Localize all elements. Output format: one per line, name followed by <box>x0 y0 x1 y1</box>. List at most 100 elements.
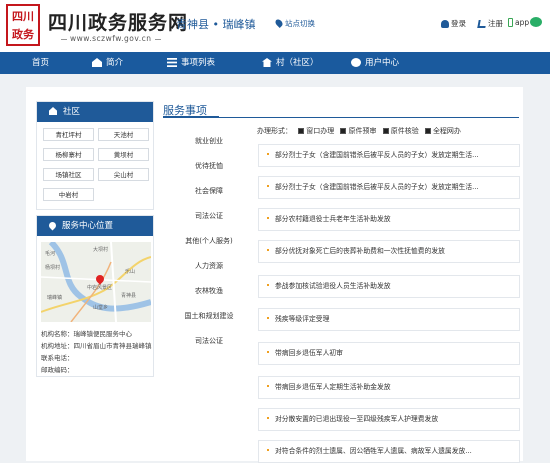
service-center-panel: 服务中心位置 毛河 大坝村 杨坝村 乐山 中岩风景区 瑞峰镇 青神县 山堂乡 机… <box>36 215 154 377</box>
location-pin-icon <box>274 18 284 28</box>
register-label: 注册 <box>488 19 503 28</box>
nav-item-list[interactable]: 事项列表 <box>167 52 215 74</box>
category-item[interactable]: 社会保障 <box>172 186 246 196</box>
nav-home[interactable]: 首页 <box>32 52 49 74</box>
nav-intro-label: 简介 <box>106 58 124 68</box>
filter-checkbox[interactable] <box>340 128 347 134</box>
building-icon <box>49 107 57 115</box>
service-item[interactable]: 对分散安置的已退出现役一至四级残疾军人护理费发放 <box>258 408 520 431</box>
service-item-text: 部分烈士子女（含建国前错杀后被平反人员的子女）发放定期生活... <box>275 151 479 159</box>
service-item[interactable]: 部分农村籍退役士兵老年生活补助发放 <box>258 208 520 231</box>
login-label: 登录 <box>451 19 466 28</box>
service-item[interactable]: 部分烈士子女（含建国前错杀后被平反人员的子女）发放定期生活... <box>258 144 520 167</box>
org-address-label: 机构地址： <box>41 342 74 350</box>
service-item-text: 带病回乡退伍军人定期生活补助金发放 <box>275 383 391 391</box>
village-button[interactable]: 场镇社区 <box>43 168 94 181</box>
service-item-text: 部分烈士子女（含建国前错杀后被平反人员的子女）发放定期生活... <box>275 183 479 191</box>
filter-option[interactable]: 全程网办 <box>433 127 461 135</box>
bullet-icon <box>267 284 269 286</box>
category-item[interactable]: 农林牧渔 <box>172 286 246 296</box>
service-item-text: 对符合条件的烈士遗属、因公牺牲军人遗属、病故军人遗属发放... <box>275 447 472 455</box>
category-item[interactable]: 就业创业 <box>172 136 246 146</box>
site-url-text: www.sczwfw.gov.cn <box>70 34 152 43</box>
community-header: 社区 <box>37 102 153 122</box>
user-circle-icon <box>351 58 361 67</box>
app-link[interactable]: app <box>508 18 529 27</box>
region-name: 青神县 • 瑞峰镇 <box>176 18 256 31</box>
village-button[interactable]: 黄坝村 <box>98 148 149 161</box>
village-button[interactable]: 尖山村 <box>98 168 149 181</box>
nav-village[interactable]: 村（社区） <box>262 52 319 74</box>
service-center-title: 服务中心位置 <box>62 221 114 231</box>
service-item-text: 参战参加核试验退役人员生活补助发放 <box>275 282 391 290</box>
service-item[interactable]: 部分烈士子女（含建国前错杀后被平反人员的子女）发放定期生活... <box>258 176 520 199</box>
service-item[interactable]: 部分优抚对象死亡后的丧葬补助费和一次性抚恤费的发放 <box>258 240 520 263</box>
nav-intro[interactable]: 简介 <box>92 52 123 74</box>
service-item[interactable]: 残疾等级评定受理 <box>258 308 520 331</box>
org-phone-row: 联系电话： <box>41 352 74 362</box>
filter-checkbox[interactable] <box>382 128 389 134</box>
map-label: 瑞峰镇 <box>47 295 63 301</box>
village-button[interactable]: 青杠坪村 <box>43 128 94 141</box>
category-item[interactable]: 其他(个人服务) <box>172 236 246 246</box>
service-item[interactable]: 参战参加核试验退役人员生活补助发放 <box>258 275 520 298</box>
service-item-text: 对分散安置的已退出现役一至四级残疾军人护理费发放 <box>275 415 439 423</box>
service-item-text: 残疾等级评定受理 <box>275 315 330 323</box>
bullet-icon <box>267 385 269 387</box>
map-label: 青神县 <box>121 293 137 299</box>
service-center-map[interactable]: 毛河 大坝村 杨坝村 乐山 中岩风景区 瑞峰镇 青神县 山堂乡 <box>41 242 151 322</box>
org-phone-label: 联系电话： <box>41 354 74 362</box>
village-button[interactable]: 中岩村 <box>43 188 94 201</box>
category-item[interactable]: 国土和规划建设 <box>172 311 246 321</box>
filter-checkbox[interactable] <box>424 128 431 134</box>
village-button[interactable]: 天池村 <box>98 128 149 141</box>
map-label: 山堂乡 <box>93 305 109 311</box>
category-item[interactable]: 司法公证 <box>172 211 246 221</box>
services-title-underline <box>163 116 219 118</box>
bullet-icon <box>267 317 269 319</box>
org-post-label: 邮政编码： <box>41 366 74 374</box>
bullet-icon <box>267 249 269 251</box>
org-post-row: 邮政编码： <box>41 364 74 374</box>
map-label: 杨坝村 <box>45 265 61 271</box>
map-label: 毛河 <box>45 251 56 257</box>
org-name-value: 瑞峰镇便民服务中心 <box>73 330 133 338</box>
switch-site-label: 站点切换 <box>285 19 315 28</box>
service-item[interactable]: 对符合条件的烈士遗属、因公牺牲军人遗属、病故军人遗属发放... <box>258 440 520 463</box>
nav-home-label: 首页 <box>32 58 50 68</box>
filter-label: 办理形式： <box>257 127 292 135</box>
category-item[interactable]: 优待抚恤 <box>172 161 246 171</box>
community-title: 社区 <box>63 107 81 117</box>
service-item[interactable]: 带病回乡退伍军人定期生活补助金发放 <box>258 376 520 399</box>
bullet-icon <box>267 417 269 419</box>
login-link[interactable]: 登录 <box>441 18 466 29</box>
village-button[interactable]: 杨柳寨村 <box>43 148 94 161</box>
service-item-text: 部分农村籍退役士兵老年生活补助发放 <box>275 215 391 223</box>
map-label: 大坝村 <box>93 247 109 253</box>
house-icon <box>262 58 272 67</box>
category-item[interactable]: 人力资源 <box>172 261 246 271</box>
community-panel: 社区 青杠坪村 天池村 杨柳寨村 黄坝村 场镇社区 尖山村 中岩村 <box>36 101 154 210</box>
category-item[interactable]: 司法公证 <box>172 336 246 346</box>
register-link[interactable]: 注册 <box>477 18 503 29</box>
service-item[interactable]: 带病回乡退伍军人初审 <box>258 342 520 365</box>
wechat-icon[interactable] <box>530 17 542 27</box>
org-address-row: 机构地址：四川省眉山市青神县瑞峰镇 <box>41 340 152 350</box>
service-item-text: 带病回乡退伍军人初审 <box>275 349 343 357</box>
site-url: www.sczwfw.gov.cn <box>58 34 164 43</box>
nav-user-center[interactable]: 用户中心 <box>351 52 399 74</box>
filter-option[interactable]: 窗口办理 <box>306 127 334 135</box>
nav-list-label: 事项列表 <box>181 58 216 68</box>
site-title[interactable]: 四川政务服务网 <box>48 8 188 35</box>
nav-village-label: 村（社区） <box>276 58 319 68</box>
filter-option[interactable]: 原件核验 <box>391 127 419 135</box>
switch-site-link[interactable]: 站点切换 <box>274 18 315 29</box>
filter-option[interactable]: 原件预审 <box>348 127 376 135</box>
bullet-icon <box>267 217 269 219</box>
nav-user-label: 用户中心 <box>365 58 400 68</box>
bullet-icon <box>267 153 269 155</box>
building-icon <box>92 58 102 67</box>
org-name-row: 机构名称：瑞峰镇便民服务中心 <box>41 328 132 338</box>
filter-checkbox[interactable] <box>298 128 305 134</box>
main-nav: 首页 简介 事项列表 村（社区） 用户中心 <box>0 52 550 74</box>
